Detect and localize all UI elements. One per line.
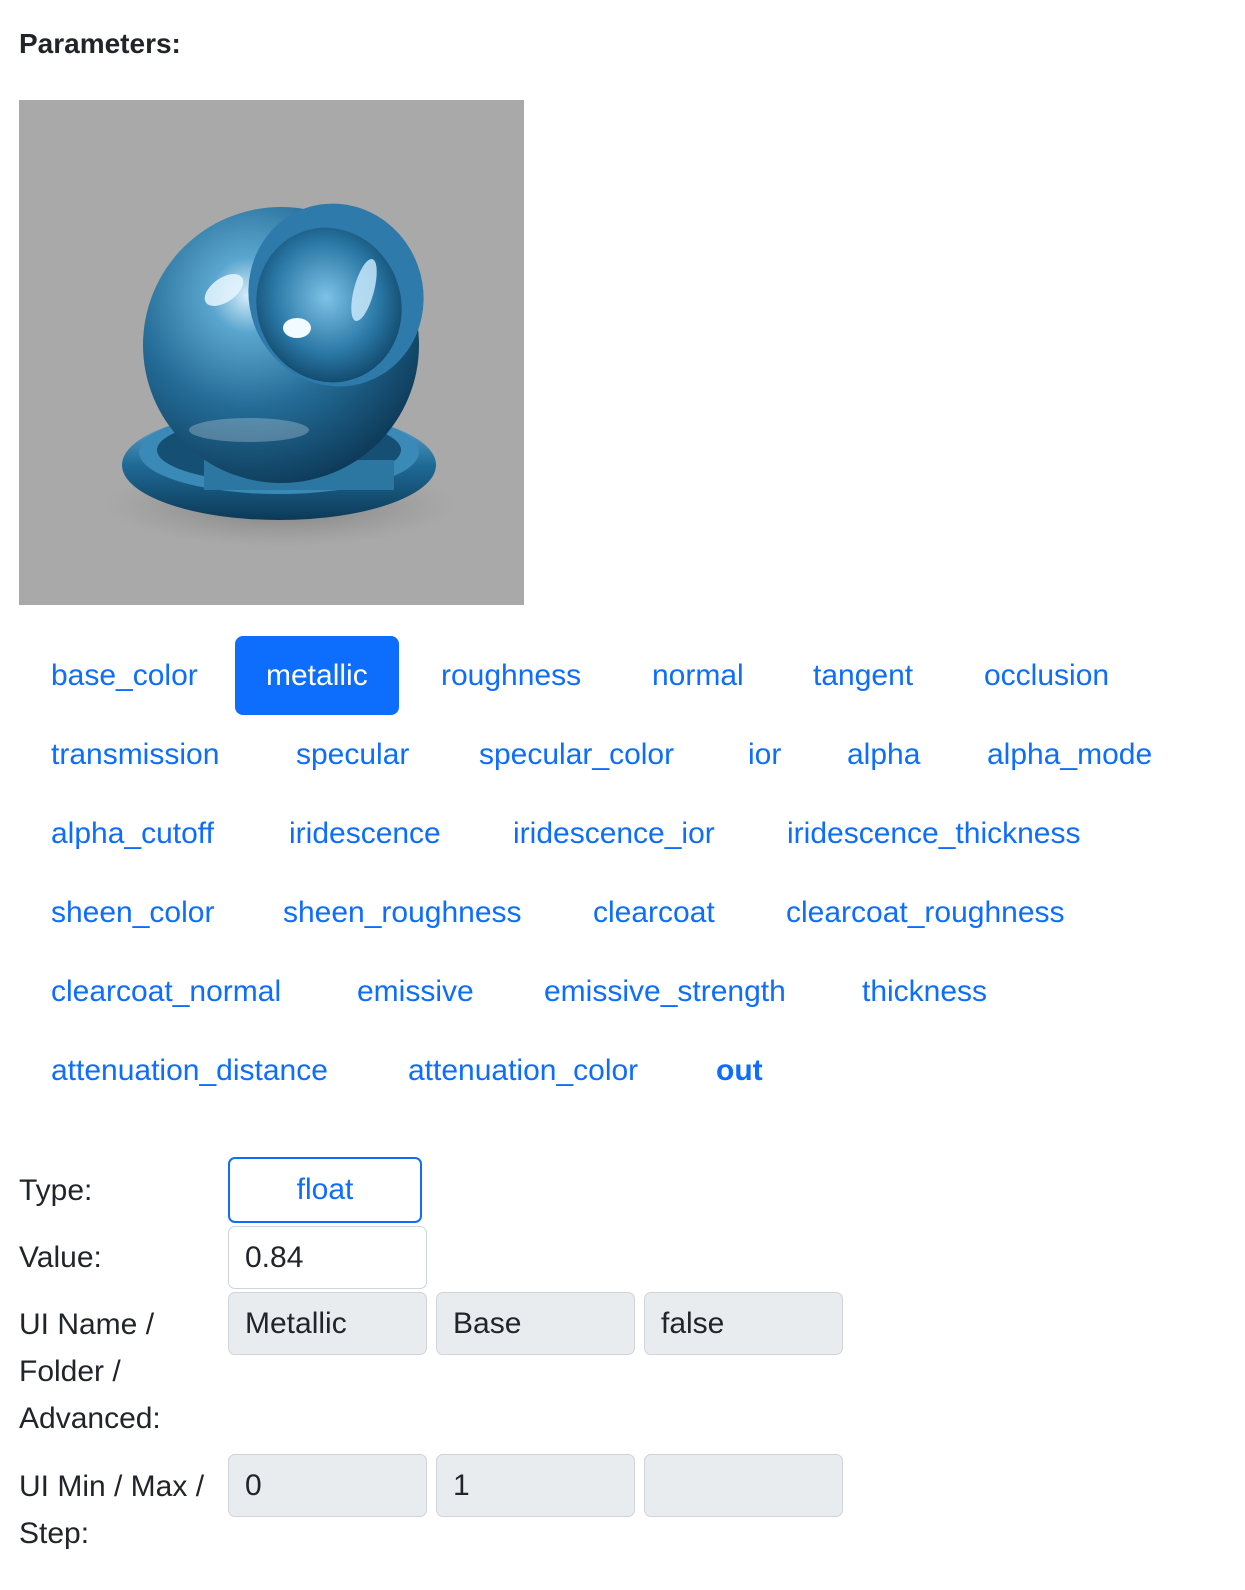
tab-transmission[interactable]: transmission [51,715,219,794]
tab-specular-color[interactable]: specular_color [479,715,674,794]
ui-step-field [644,1454,843,1517]
tab-attenuation-color[interactable]: attenuation_color [408,1031,638,1110]
tab-thickness[interactable]: thickness [862,952,987,1031]
tab-row: clearcoat_normal emissive emissive_stren… [19,952,1219,1031]
advanced-label-line: Advanced: [19,1402,161,1435]
tab-row: base_color metallic roughness normal tan… [19,636,1219,715]
material-sphere-render [106,203,456,547]
tab-row: transmission specular specular_color ior… [19,715,1219,794]
tab-row: attenuation_distance attenuation_color o… [19,1031,1219,1110]
folder-field: Base [436,1292,635,1355]
tab-ior[interactable]: ior [748,715,781,794]
tab-alpha-mode[interactable]: alpha_mode [987,715,1152,794]
ui-min-field: 0 [228,1454,427,1517]
page-title: Parameters: [19,28,181,59]
step-label-line: Step: [19,1517,90,1550]
tab-emissive[interactable]: emissive [357,952,474,1031]
value-label: Value: [19,1241,102,1274]
tab-occlusion[interactable]: occlusion [984,636,1109,715]
tab-specular[interactable]: specular [296,715,409,794]
tab-roughness[interactable]: roughness [441,636,581,715]
tab-clearcoat-roughness[interactable]: clearcoat_roughness [786,873,1065,952]
tab-emissive-strength[interactable]: emissive_strength [544,952,786,1031]
value-input[interactable]: 0.84 [228,1226,427,1289]
range-label-line: UI Min / Max / [19,1470,205,1503]
range-label: UI Min / Max / Step: [19,1463,204,1557]
ui-name-label: UI Name / Folder / Advanced: [19,1301,161,1442]
tab-clearcoat-normal[interactable]: clearcoat_normal [51,952,281,1031]
tab-row: sheen_color sheen_roughness clearcoat cl… [19,873,1219,952]
tab-metallic[interactable]: metallic [235,636,399,715]
tab-sheen-color[interactable]: sheen_color [51,873,214,952]
tab-tangent[interactable]: tangent [813,636,913,715]
tab-normal[interactable]: normal [652,636,744,715]
material-preview-image [19,100,524,605]
tab-alpha-cutoff[interactable]: alpha_cutoff [51,794,214,873]
ui-name-field: Metallic [228,1292,427,1355]
tab-base-color[interactable]: base_color [51,636,198,715]
advanced-field: false [644,1292,843,1355]
ui-name-label-line: UI Name / [19,1308,155,1341]
tab-iridescence[interactable]: iridescence [289,794,441,873]
ui-max-field: 1 [436,1454,635,1517]
tab-iridescence-ior[interactable]: iridescence_ior [513,794,715,873]
tab-sheen-roughness[interactable]: sheen_roughness [283,873,522,952]
tab-iridescence-thickness[interactable]: iridescence_thickness [787,794,1080,873]
tab-alpha[interactable]: alpha [847,715,920,794]
type-button[interactable]: float [228,1157,422,1223]
tab-clearcoat[interactable]: clearcoat [593,873,715,952]
tab-row: alpha_cutoff iridescence iridescence_ior… [19,794,1219,873]
tab-attenuation-distance[interactable]: attenuation_distance [51,1031,328,1110]
type-label: Type: [19,1174,93,1207]
parameter-tabs: base_color metallic roughness normal tan… [19,636,1219,1110]
folder-label-line: Folder / [19,1355,121,1388]
tab-out[interactable]: out [716,1031,763,1110]
